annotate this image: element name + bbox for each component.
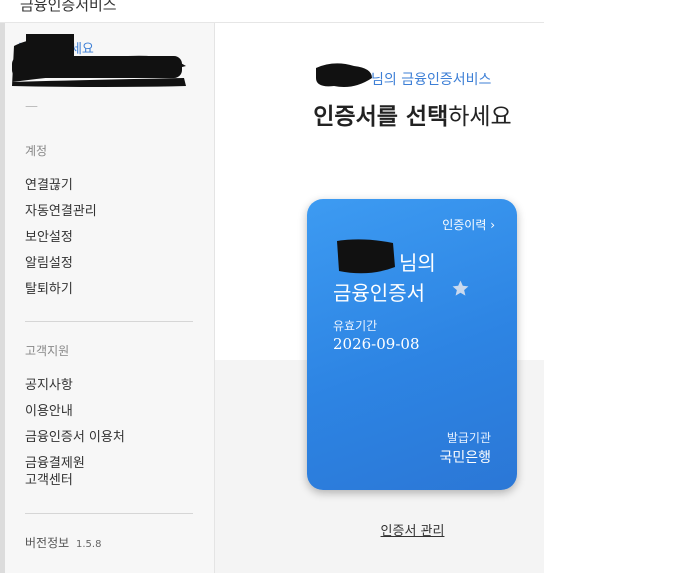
auth-history-link[interactable]: 인증이력 › <box>442 216 495 233</box>
section-label-support: 고객지원 <box>25 344 70 358</box>
main-panel: 님의 금융인증서비스 인증서를 선택하세요 인증이력 › 님의 금융인증서 유효… <box>215 23 544 573</box>
redaction-scribble <box>337 239 395 274</box>
app-window: 금융인증서비스 님 안녕하세요 — 계정 연결끊기 자동연결관리 보안설정 알림… <box>0 0 544 573</box>
redaction-scribble <box>12 34 186 87</box>
menu-item-notifications[interactable]: 알림설정 <box>25 255 73 272</box>
version-label: 버전정보 <box>25 536 70 550</box>
certificate-name: 금융인증서 <box>333 281 425 305</box>
sidebar-edge <box>0 23 5 573</box>
separator-dash: — <box>25 99 38 114</box>
menu-item-guide[interactable]: 이용안내 <box>25 403 73 420</box>
star-icon[interactable] <box>451 279 470 298</box>
menu-item-withdraw[interactable]: 탈퇴하기 <box>25 281 73 298</box>
issuer-label: 발급기관 <box>446 431 491 445</box>
redaction-scribble <box>316 63 372 87</box>
menu-item-notices[interactable]: 공지사항 <box>25 377 73 394</box>
page-title-bold: 인증서를 선택 <box>313 104 449 130</box>
manage-link-text[interactable]: 인증서 관리 <box>381 524 445 539</box>
sidebar-divider <box>25 513 193 514</box>
menu-item-customer-center[interactable]: 금융결제원 고객센터 <box>25 455 85 489</box>
sidebar-divider <box>25 321 193 322</box>
menu-item-usage-places[interactable]: 금융인증서 이용처 <box>25 429 125 446</box>
sidebar: 님 안녕하세요 — 계정 연결끊기 자동연결관리 보안설정 알림설정 탈퇴하기 … <box>0 23 215 573</box>
section-label-account: 계정 <box>25 144 48 158</box>
menu-item-auto-connect[interactable]: 자동연결관리 <box>25 203 97 220</box>
page-title-rest: 하세요 <box>448 104 512 130</box>
menu-item-security[interactable]: 보안설정 <box>25 229 73 246</box>
validity-label: 유효기간 <box>333 319 378 333</box>
manage-certificate-link[interactable]: 인증서 관리 <box>215 520 610 539</box>
version-number: 1.5.8 <box>76 539 102 550</box>
issuer-name: 국민은행 <box>439 450 491 466</box>
menu-item-disconnect[interactable]: 연결끊기 <box>25 177 73 194</box>
page-title: 인증서를 선택하세요 <box>215 97 610 131</box>
title-bar: 금융인증서비스 <box>0 0 544 23</box>
window-title: 금융인증서비스 <box>20 0 117 14</box>
validity-date: 2026-09-08 <box>333 335 420 353</box>
subtitle-text: 님의 금융인증서비스 <box>371 72 492 88</box>
version-info: 버전정보 1.5.8 <box>25 534 101 551</box>
certificate-card[interactable]: 인증이력 › 님의 금융인증서 유효기간 2026-09-08 발급기관 국민은… <box>307 199 517 490</box>
owner-suffix: 님의 <box>399 251 436 275</box>
